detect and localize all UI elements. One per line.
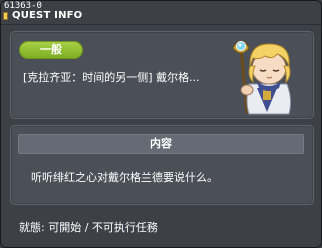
quest-content-panel: 内容 听听绯红之心对戴尔格兰德要说什么。: [10, 125, 314, 205]
quest-summary-panel: 一般 [克拉齐亚：时间的另一侧] 戴尔格...: [10, 31, 314, 119]
title-divider: [1, 24, 321, 25]
window-title: QUEST INFO: [12, 10, 83, 21]
quest-status: 就態: 可開始 / 不可执行任務: [19, 221, 158, 234]
content-header: 内容: [18, 134, 304, 154]
quest-title: [克拉齐亚：时间的另一侧] 戴尔格...: [23, 71, 200, 84]
quest-category-badge: 一般: [19, 41, 83, 59]
quest-info-window: 61363-0 QUEST INFO 一般 [克拉齐亚：时间的另一侧] 戴尔格.…: [0, 0, 322, 248]
npc-portrait-icon: [232, 40, 292, 115]
content-text: 听听绯红之心对戴尔格兰德要说什么。: [31, 171, 218, 184]
quest-title-icon: [3, 12, 8, 20]
title-bar[interactable]: 61363-0 QUEST INFO: [1, 1, 321, 23]
